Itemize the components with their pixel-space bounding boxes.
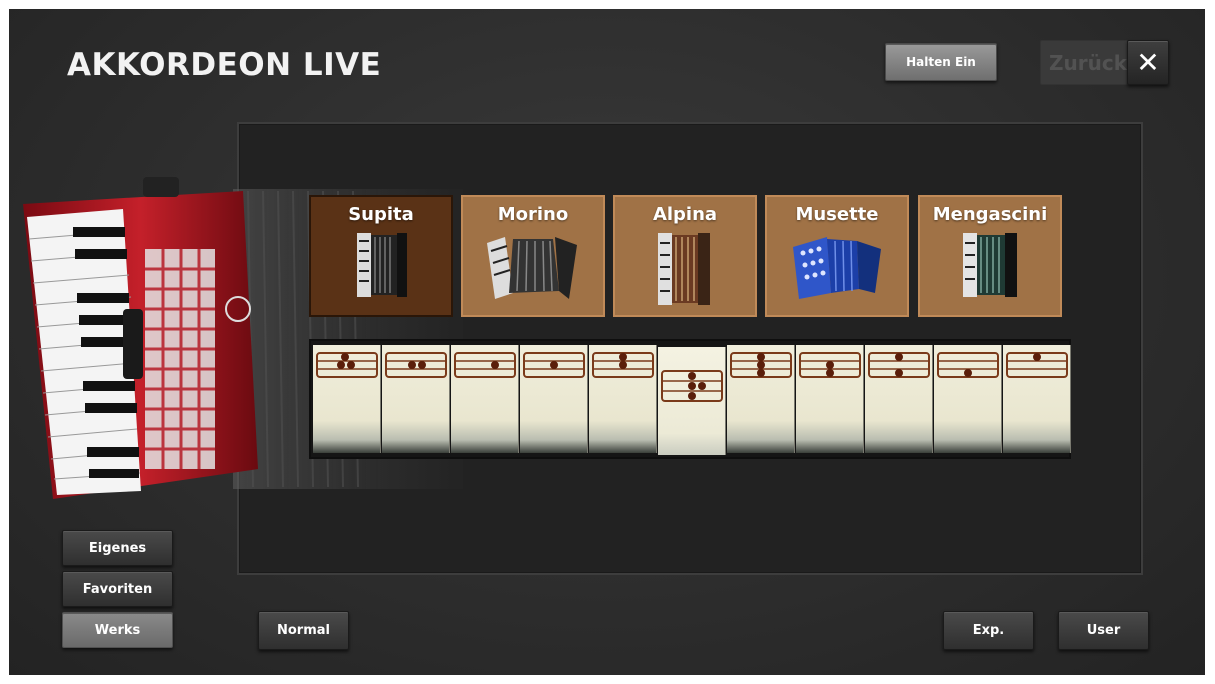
voice-tile-alpina[interactable]: Alpina (613, 195, 757, 317)
voice-tile-morino[interactable]: Morino (461, 195, 605, 317)
voice-label: Mengascini (932, 204, 1048, 225)
voice-label: Alpina (652, 204, 718, 225)
register-symbol-icon (868, 352, 930, 378)
voice-label: Morino (497, 204, 569, 225)
accordion-live-screen: AKKORDEON LIVE Halten Ein Zurück ✕ Supit… (9, 9, 1205, 675)
register-switch-11[interactable] (1003, 345, 1071, 453)
halten-ein-button[interactable]: Halten Ein (885, 43, 997, 81)
register-switch-4[interactable] (520, 345, 588, 453)
register-switch-7[interactable] (727, 345, 795, 453)
user-button[interactable]: User (1058, 611, 1149, 650)
register-bar (309, 339, 1071, 459)
register-symbol-icon (385, 352, 447, 378)
register-switch-1[interactable] (313, 345, 381, 453)
eigenes-button[interactable]: Eigenes (62, 530, 173, 566)
page-title: AKKORDEON LIVE (67, 47, 382, 83)
close-button[interactable]: ✕ (1127, 40, 1169, 85)
register-symbol-icon (523, 352, 585, 378)
accordion-icon (793, 237, 881, 299)
register-symbol-icon (592, 352, 654, 378)
register-symbol-icon (661, 370, 723, 402)
register-switch-2[interactable] (382, 345, 450, 453)
close-icon: ✕ (1136, 46, 1160, 79)
accordion-icon (487, 237, 577, 299)
exp-button[interactable]: Exp. (943, 611, 1034, 650)
register-symbol-icon (937, 352, 999, 378)
register-symbol-icon (799, 352, 861, 378)
register-switch-5[interactable] (589, 345, 657, 453)
accordion-icon (963, 233, 1017, 297)
register-symbol-icon (454, 352, 516, 378)
register-symbol-icon (316, 352, 378, 378)
normal-button[interactable]: Normal (258, 611, 349, 650)
voice-label: Supita (348, 204, 414, 225)
voice-tile-musette[interactable]: Musette (765, 195, 909, 317)
voice-tile-supita[interactable]: Supita (309, 195, 453, 317)
voice-tile-mengascini[interactable]: Mengascini (918, 195, 1062, 317)
register-symbol-icon (1006, 352, 1068, 378)
zurueck-button[interactable]: Zurück (1040, 40, 1128, 85)
register-switch-3[interactable] (451, 345, 519, 453)
voice-label: Musette (795, 204, 879, 225)
accordion-icon (357, 233, 407, 297)
register-switch-8[interactable] (796, 345, 864, 453)
register-switch-6[interactable] (658, 347, 726, 455)
werks-button[interactable]: Werks (62, 612, 173, 648)
register-symbol-icon (730, 352, 792, 378)
accordion-icon (658, 233, 710, 305)
register-switch-10[interactable] (934, 345, 1002, 453)
register-switch-9[interactable] (865, 345, 933, 453)
favoriten-button[interactable]: Favoriten (62, 571, 173, 607)
